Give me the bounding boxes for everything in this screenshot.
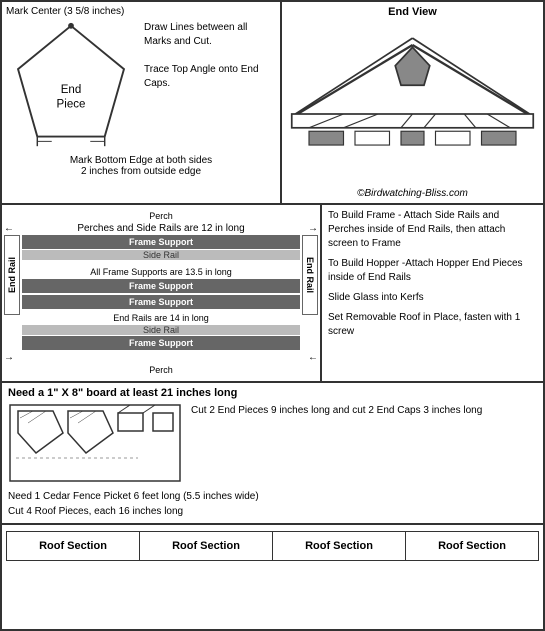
frame-support-bar-2: Frame Support <box>22 279 300 293</box>
roof-section-2: Roof Section <box>140 532 273 560</box>
end-view-panel: End View ©Birdwatching-Bliss.com <box>282 2 543 203</box>
build-frame-text: To Build Frame - Attach Side Rails and P… <box>328 209 537 251</box>
roof-section-1: Roof Section <box>7 532 140 560</box>
perch-top-label: Perch <box>4 211 318 221</box>
perch-bottom-label: Perch <box>4 365 318 375</box>
fence-info: Need 1 Cedar Fence Picket 6 feet long (5… <box>8 489 537 519</box>
perches-rails-note: Perches and Side Rails are 12 in long <box>14 223 308 234</box>
end-piece-panel: Mark Center (3 5/8 inches) End Piece <box>2 2 282 203</box>
svg-text:Piece: Piece <box>57 99 86 111</box>
frame-diagram: Perch ← Perches and Side Rails are 12 in… <box>2 205 322 381</box>
copyright-label: ©Birdwatching-Bliss.com <box>286 188 539 199</box>
removable-roof-text: Set Removable Roof in Place, fasten with… <box>328 311 537 339</box>
frame-support-bar-4: Frame Support <box>22 336 300 350</box>
build-hopper-text: To Build Hopper -Attach Hopper End Piece… <box>328 257 537 285</box>
slide-glass-text: Slide Glass into Kerfs <box>328 291 537 305</box>
roof-section-3: Roof Section <box>273 532 406 560</box>
all-supports-note: All Frame Supports are 13.5 in long <box>22 267 300 277</box>
bottom-mark-label: Mark Bottom Edge at both sides 2 inches … <box>6 155 276 177</box>
frame-support-bar-1: Frame Support <box>22 235 300 249</box>
mark-center-label: Mark Center (3 5/8 inches) <box>6 6 276 17</box>
frame-support-bar-3: Frame Support <box>22 295 300 309</box>
roof-section-4: Roof Section <box>406 532 538 560</box>
frame-instructions: To Build Frame - Attach Side Rails and P… <box>322 205 543 381</box>
svg-text:End: End <box>61 84 82 96</box>
lower-section: Need a 1" X 8" board at least 21 inches … <box>2 383 543 525</box>
board-cut-text: Cut 2 End Pieces 9 inches long and cut 2… <box>191 403 482 418</box>
board-pieces-diagram <box>8 403 183 483</box>
bottom-section: Roof Section Roof Section Roof Section R… <box>2 525 543 565</box>
end-view-diagram <box>286 22 539 183</box>
end-view-title: End View <box>286 6 539 18</box>
board-header: Need a 1" X 8" board at least 21 inches … <box>8 387 537 399</box>
end-rails-note: End Rails are 14 in long <box>22 313 300 323</box>
draw-lines-text: Draw Lines between all Marks and Cut. Tr… <box>144 21 276 91</box>
side-rail-bar-2: Side Rail <box>22 325 300 335</box>
board-info: Cut 2 End Pieces 9 inches long and cut 2… <box>8 403 537 483</box>
roof-grid: Roof Section Roof Section Roof Section R… <box>6 531 539 561</box>
end-rail-right-label: End Rail <box>302 235 318 315</box>
pentagon-diagram: End Piece <box>6 21 136 151</box>
side-rail-bar-1: Side Rail <box>22 250 300 260</box>
middle-section: Perch ← Perches and Side Rails are 12 in… <box>2 205 543 383</box>
end-rail-left-label: End Rail <box>4 235 20 315</box>
top-section: Mark Center (3 5/8 inches) End Piece <box>2 2 543 205</box>
